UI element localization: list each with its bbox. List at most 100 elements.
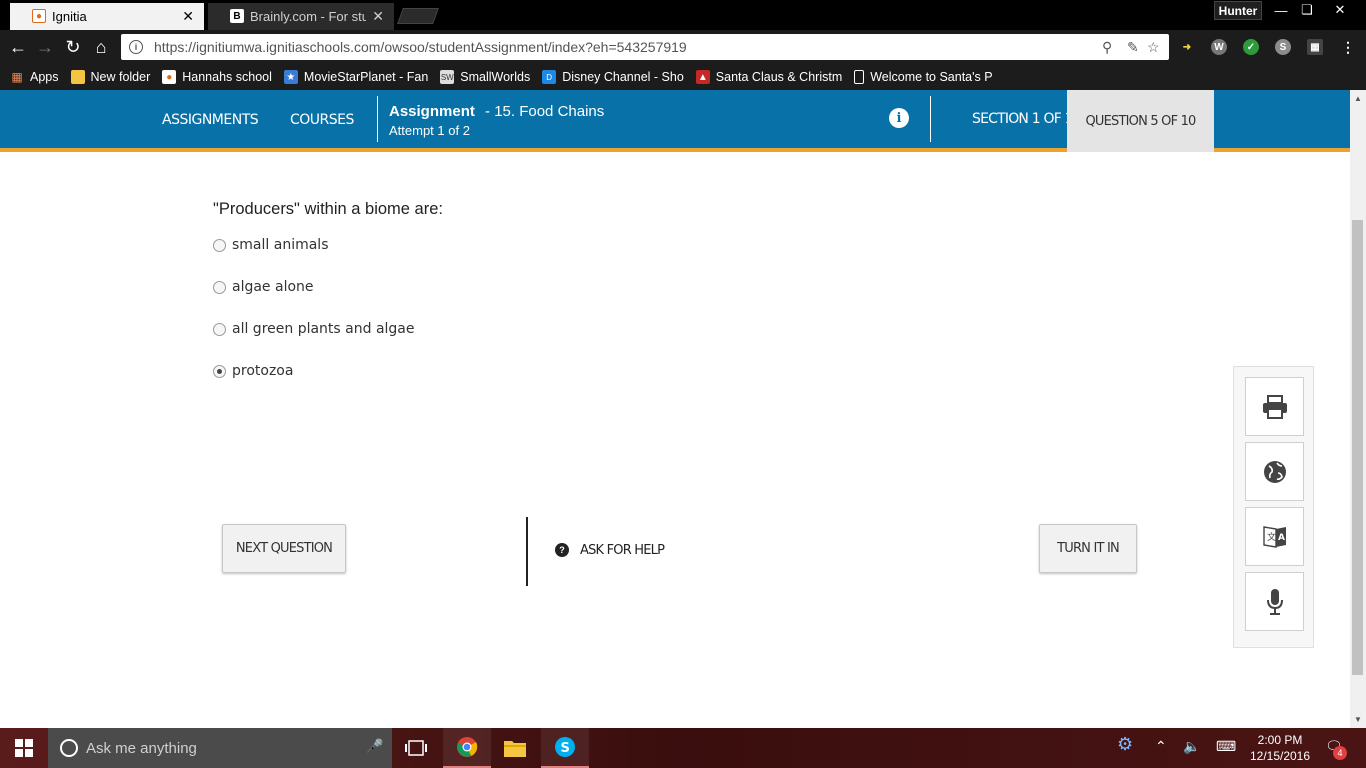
bookmark-moviestarplanet[interactable]: ★ MovieStarPlanet - Fan	[283, 70, 428, 84]
actions-divider	[526, 517, 528, 586]
globe-button[interactable]	[1245, 442, 1304, 501]
bookmark-label: Apps	[30, 70, 59, 84]
keyboard-icon[interactable]: ⌨	[1216, 738, 1236, 755]
santa-icon: ▲	[695, 70, 710, 84]
turn-it-in-button[interactable]: TURN IT IN	[1039, 524, 1137, 573]
profile-button[interactable]: Hunter	[1214, 1, 1262, 20]
scroll-up-icon[interactable]: ▲	[1352, 92, 1364, 104]
tab-brainly[interactable]: B Brainly.com - For studen ✕	[208, 3, 394, 30]
radio-button-selected[interactable]	[213, 364, 226, 378]
tab-ignitia[interactable]: ● Ignitia ✕	[10, 3, 204, 30]
extension-arrow-icon[interactable]: ➜	[1179, 39, 1195, 55]
microphone-icon	[1266, 588, 1283, 615]
bookmark-label: Santa Claus & Christm	[715, 70, 843, 84]
answer-option-3[interactable]: all green plants and algae	[213, 321, 415, 337]
brainly-favicon-icon: B	[230, 9, 244, 23]
bookmark-new-folder[interactable]: New folder	[70, 70, 151, 84]
radio-button[interactable]	[213, 322, 226, 336]
bookmark-star-icon[interactable]: ☆	[1147, 39, 1160, 56]
moviestarplanet-icon: ★	[283, 70, 298, 84]
close-window-icon[interactable]: ✕	[1325, 0, 1355, 20]
zoom-icon[interactable]: ⚲	[1102, 39, 1112, 56]
help-question-icon[interactable]: ?	[555, 543, 569, 557]
microphone-button[interactable]	[1245, 572, 1304, 631]
nav-courses[interactable]: COURSES	[290, 112, 354, 128]
network-key-icon[interactable]: ⚙	[1117, 734, 1133, 755]
menu-icon[interactable]: ⋮	[1340, 39, 1356, 55]
bookmark-label: New folder	[90, 70, 151, 84]
answer-option-4[interactable]: protozoa	[213, 363, 293, 379]
globe-icon	[1263, 460, 1286, 483]
start-button[interactable]	[0, 728, 48, 768]
nav-assignments[interactable]: ASSIGNMENTS	[162, 112, 259, 128]
taskbar-skype[interactable]: S	[541, 728, 589, 768]
taskbar-file-explorer[interactable]	[491, 728, 539, 768]
answer-label: all green plants and algae	[232, 321, 415, 337]
cortana-search-box[interactable]: Ask me anything 🎤	[48, 728, 392, 768]
windows-logo-icon	[15, 739, 33, 757]
back-icon[interactable]: ←	[6, 35, 30, 59]
answer-label: protozoa	[232, 363, 294, 379]
bookmark-apps[interactable]: ▦ Apps	[10, 70, 59, 84]
site-info-icon[interactable]: i	[129, 40, 143, 54]
answer-option-1[interactable]: small animals	[213, 237, 328, 253]
new-tab-button[interactable]	[397, 8, 439, 24]
answer-label: algae alone	[232, 279, 314, 295]
chrome-icon	[457, 737, 478, 757]
forward-icon[interactable]: →	[33, 35, 57, 59]
search-placeholder: Ask me anything	[86, 739, 197, 757]
volume-icon[interactable]: 🔈	[1183, 738, 1200, 755]
tab-title: Ignitia	[52, 9, 87, 24]
radio-button[interactable]	[213, 238, 226, 252]
system-clock[interactable]: 2:00 PM 12/15/2016	[1245, 732, 1315, 764]
section-indicator: SECTION 1 OF 1	[972, 111, 1074, 127]
bookmark-disney-channel[interactable]: D Disney Channel - Sho	[542, 70, 684, 84]
task-view-button[interactable]	[392, 728, 440, 768]
disney-icon: D	[542, 70, 557, 84]
close-tab-icon[interactable]: ✕	[372, 8, 384, 25]
extension-w-icon[interactable]: W	[1211, 39, 1227, 55]
bookmark-welcome-santa[interactable]: Welcome to Santa's P	[854, 70, 993, 84]
cortana-icon	[60, 739, 78, 757]
info-icon[interactable]: i	[889, 108, 909, 128]
next-question-button[interactable]: NEXT QUESTION	[222, 524, 346, 573]
assignment-name: - 15. Food Chains	[485, 103, 605, 120]
svg-text:S: S	[561, 741, 570, 756]
printer-icon	[1262, 394, 1287, 419]
bookmark-hannahs-school[interactable]: ● Hannahs school	[162, 70, 272, 84]
translate-icon: 文 A	[1262, 525, 1286, 548]
print-button[interactable]	[1245, 377, 1304, 436]
assignment-label: Assignment	[389, 103, 475, 120]
translate-button[interactable]: 文 A	[1245, 507, 1304, 566]
paint-icon[interactable]: ✎	[1127, 39, 1139, 56]
reload-icon[interactable]: ↻	[61, 35, 85, 59]
clock-date: 12/15/2016	[1249, 749, 1311, 763]
extension-check-icon[interactable]: ✓	[1243, 39, 1259, 55]
scrollbar-thumb[interactable]	[1352, 220, 1363, 675]
scroll-down-icon[interactable]: ▼	[1352, 713, 1364, 725]
show-hidden-icons-icon[interactable]: ⌃	[1155, 738, 1167, 755]
ignitia-header: ASSIGNMENTS COURSES Assignment - 15. Foo…	[0, 90, 1350, 152]
header-divider	[930, 96, 931, 142]
taskbar-chrome[interactable]	[443, 728, 491, 768]
address-bar[interactable]: i https://ignitiumwa.ignitiaschools.com/…	[121, 34, 1169, 60]
extension-s-icon[interactable]: S	[1275, 39, 1291, 55]
answer-option-2[interactable]: algae alone	[213, 279, 314, 295]
ask-for-help-link[interactable]: ASK FOR HELP	[580, 543, 665, 558]
extension-grid-icon[interactable]: ▦	[1307, 39, 1323, 55]
url-text: https://ignitiumwa.ignitiaschools.com/ow…	[154, 39, 687, 55]
bookmark-santa-claus[interactable]: ▲ Santa Claus & Christm	[695, 70, 843, 84]
home-icon[interactable]: ⌂	[89, 35, 113, 59]
bookmark-smallworlds[interactable]: SW SmallWorlds	[440, 70, 530, 84]
task-view-icon	[405, 740, 427, 756]
tab-title: Brainly.com - For studen	[250, 9, 367, 24]
bookmark-label: Welcome to Santa's P	[870, 70, 993, 84]
restore-icon[interactable]: ❏	[1292, 0, 1322, 20]
skype-icon: S	[555, 737, 575, 757]
ignitia-favicon-icon: ●	[32, 9, 46, 23]
radio-button[interactable]	[213, 280, 226, 294]
microphone-icon[interactable]: 🎤	[366, 738, 383, 755]
browser-tab-strip: ● Ignitia ✕ B Brainly.com - For studen ✕…	[0, 0, 1366, 30]
close-tab-icon[interactable]: ✕	[182, 8, 194, 25]
folder-icon	[70, 70, 85, 84]
